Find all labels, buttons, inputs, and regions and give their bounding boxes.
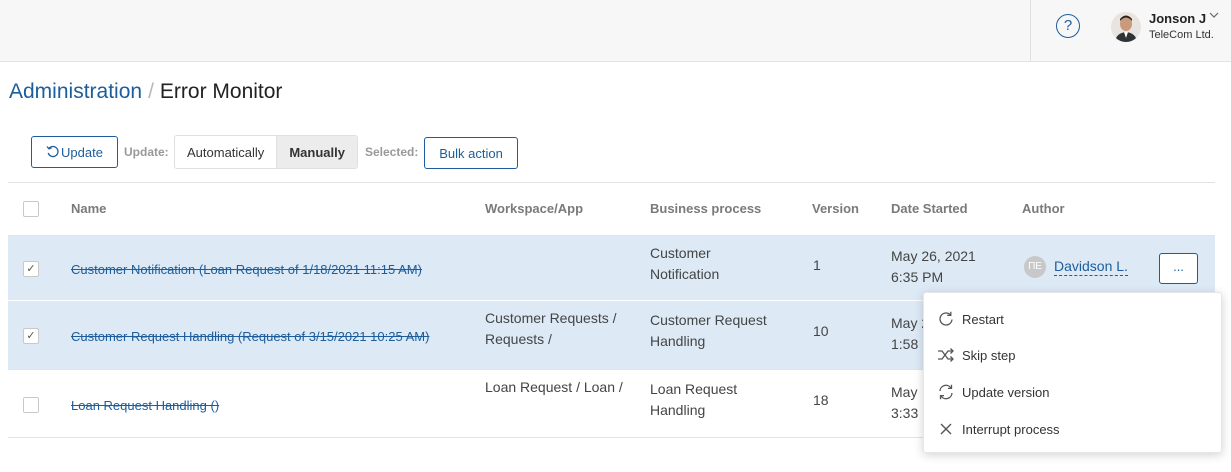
- top-bar: ? Jonson J TeleCom Ltd.: [0, 0, 1231, 62]
- process-name-link[interactable]: Customer Request Handling (Request of 3/…: [71, 329, 429, 344]
- business-process-cell: Customer Request Handling: [650, 312, 767, 349]
- top-bar-divider: [1030, 0, 1031, 62]
- column-header-business-process[interactable]: Business process: [650, 201, 761, 216]
- process-name-link[interactable]: Customer Notification (Loan Request of 1…: [71, 262, 422, 277]
- mode-automatically-button[interactable]: Automatically: [175, 136, 276, 168]
- row-actions-button[interactable]: ...: [1159, 253, 1198, 284]
- update-button[interactable]: Update: [31, 136, 118, 168]
- user-company: TeleCom Ltd.: [1149, 29, 1214, 41]
- breadcrumb-separator: /: [148, 80, 154, 103]
- select-all-checkbox[interactable]: [23, 201, 39, 217]
- breadcrumb-administration[interactable]: Administration: [9, 80, 142, 103]
- row-actions-menu: Restart Skip step Update version Interru…: [923, 292, 1222, 453]
- shuffle-icon: [938, 348, 954, 362]
- menu-item-restart[interactable]: Restart: [924, 303, 1223, 335]
- row-checkbox[interactable]: ✓: [23, 261, 39, 277]
- menu-item-label: Update version: [962, 384, 1050, 400]
- row-checkbox[interactable]: ✓: [23, 328, 39, 344]
- column-header-version[interactable]: Version: [812, 201, 859, 216]
- menu-item-label: Restart: [962, 311, 1004, 327]
- close-icon: [940, 423, 952, 435]
- version-cell: 10: [813, 323, 829, 339]
- date-started-cell: May 3:33: [891, 384, 919, 421]
- process-name-link[interactable]: Loan Request Handling (): [71, 398, 219, 413]
- workspace-cell: Loan Request / Loan /: [485, 379, 623, 395]
- column-header-name[interactable]: Name: [71, 201, 106, 216]
- row-checkbox[interactable]: [23, 397, 39, 413]
- update-mode-label: Update:: [124, 145, 169, 159]
- menu-item-update-version[interactable]: Update version: [924, 376, 1223, 408]
- update-button-label: Update: [61, 144, 103, 160]
- column-header-author[interactable]: Author: [1022, 201, 1065, 216]
- chevron-down-icon[interactable]: [1209, 10, 1219, 23]
- menu-item-skip-step[interactable]: Skip step: [924, 339, 1223, 371]
- author-avatar: ПЕ: [1024, 256, 1046, 278]
- breadcrumb: Administration / Error Monitor: [9, 80, 282, 104]
- table-top-border: [8, 182, 1215, 183]
- version-cell: 1: [813, 257, 821, 273]
- version-cell: 18: [813, 392, 829, 408]
- mode-manually-button[interactable]: Manually: [276, 136, 357, 168]
- menu-item-interrupt-process[interactable]: Interrupt process: [924, 413, 1223, 445]
- selected-label: Selected:: [365, 145, 419, 159]
- bulk-action-label: Bulk action: [439, 145, 503, 161]
- author-link[interactable]: Davidson L.: [1054, 258, 1128, 276]
- user-avatar[interactable]: [1111, 12, 1141, 42]
- workspace-cell: Customer Requests / Requests /: [485, 310, 617, 347]
- business-process-cell: Customer Notification: [650, 245, 720, 282]
- column-header-date-started[interactable]: Date Started: [891, 201, 968, 216]
- bulk-action-button[interactable]: Bulk action: [424, 137, 518, 169]
- page-title: Error Monitor: [159, 80, 283, 103]
- menu-item-label: Interrupt process: [962, 421, 1060, 437]
- refresh-icon: [46, 145, 59, 158]
- update-mode-toggle: Automatically Manually: [174, 135, 358, 169]
- sync-icon: [939, 384, 953, 400]
- column-header-workspace[interactable]: Workspace/App: [485, 201, 583, 216]
- restart-icon: [939, 311, 953, 326]
- help-icon[interactable]: ?: [1056, 14, 1080, 38]
- menu-item-label: Skip step: [962, 347, 1016, 363]
- user-name[interactable]: Jonson J: [1149, 11, 1206, 26]
- business-process-cell: Loan Request Handling: [650, 381, 738, 418]
- date-started-cell: May 26, 2021 6:35 PM: [891, 248, 976, 285]
